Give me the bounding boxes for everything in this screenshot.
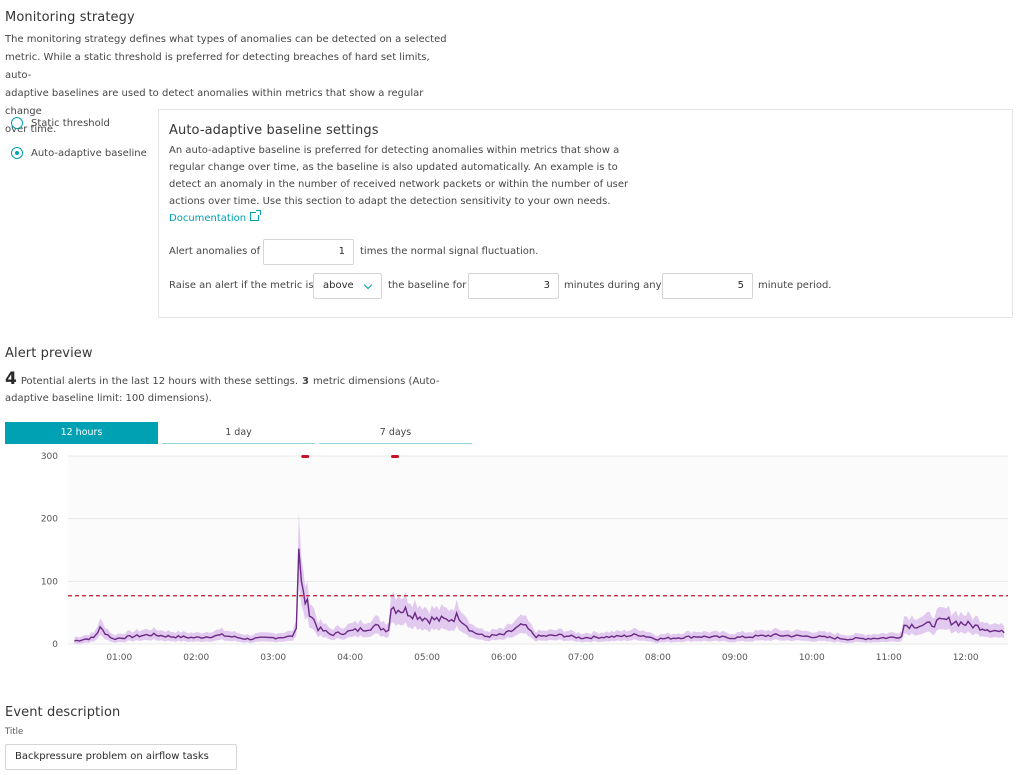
minutes-during-label: minutes during any xyxy=(564,280,662,291)
event-title-input[interactable]: Backpressure problem on airflow tasks xyxy=(5,744,237,770)
y-tick-label: 0 xyxy=(52,640,58,650)
y-tick-label: 100 xyxy=(41,577,58,587)
external-link-icon xyxy=(250,210,262,221)
radio-checked-icon xyxy=(11,147,23,159)
plot-area xyxy=(68,456,1008,644)
tab-12-hours[interactable]: 12 hours xyxy=(5,422,158,444)
alert-preview-title: Alert preview xyxy=(5,346,93,361)
x-tick-label: 08:00 xyxy=(645,653,671,663)
chevron-down-icon xyxy=(363,280,373,290)
alert-anomalies-label: Alert anomalies of xyxy=(169,246,261,257)
summary-text: metric dimensions (Auto- xyxy=(312,376,440,387)
baseline-settings-panel: Auto-adaptive baseline settings An auto-… xyxy=(158,109,1013,318)
description-line: metric. While a static threshold is pref… xyxy=(5,52,430,81)
x-tick-label: 12:00 xyxy=(953,653,979,663)
description-line: detect an anomaly in the number of recei… xyxy=(169,179,629,190)
event-description-title: Event description xyxy=(5,705,121,720)
x-tick-label: 06:00 xyxy=(491,653,517,663)
summary-text: adaptive baseline limit: 100 dimensions)… xyxy=(5,393,212,404)
baseline-for-label: the baseline for xyxy=(388,280,467,291)
x-tick-label: 10:00 xyxy=(799,653,825,663)
alert-marker[interactable] xyxy=(301,455,310,458)
radio-static-threshold[interactable]: Static threshold xyxy=(11,117,110,129)
monitoring-strategy-title: Monitoring strategy xyxy=(5,10,135,25)
x-tick-label: 04:00 xyxy=(337,653,363,663)
tab-1-day[interactable]: 1 day xyxy=(162,422,315,444)
alert-marker[interactable] xyxy=(391,455,400,458)
period-suffix: minute period. xyxy=(758,280,832,291)
radio-auto-adaptive-baseline[interactable]: Auto-adaptive baseline xyxy=(11,147,147,159)
x-tick-label: 09:00 xyxy=(722,653,748,663)
documentation-link-label: Documentation xyxy=(169,213,247,224)
radio-unchecked-icon xyxy=(11,117,23,129)
x-tick-label: 05:00 xyxy=(414,653,440,663)
baseline-settings-description: An auto-adaptive baseline is preferred f… xyxy=(169,142,639,210)
y-tick-label: 200 xyxy=(41,515,58,525)
description-line: actions over time. Use this section to a… xyxy=(169,196,611,207)
direction-select-value: above xyxy=(323,280,354,291)
description-line: An auto-adaptive baseline is preferred f… xyxy=(169,145,620,156)
title-field-label: Title xyxy=(5,727,24,737)
description-line: The monitoring strategy defines what typ… xyxy=(5,34,447,45)
documentation-link[interactable]: Documentation xyxy=(169,210,262,224)
y-tick-label: 300 xyxy=(41,452,58,462)
timeframe-tabs: 12 hours 1 day 7 days xyxy=(5,422,472,444)
x-tick-label: 02:00 xyxy=(183,653,209,663)
radio-label: Auto-adaptive baseline xyxy=(31,147,147,159)
period-input[interactable]: 5 xyxy=(662,273,753,299)
x-tick-label: 07:00 xyxy=(568,653,594,663)
x-tick-label: 01:00 xyxy=(106,653,132,663)
x-tick-label: 11:00 xyxy=(876,653,902,663)
alert-preview-summary: 4 Potential alerts in the last 12 hours … xyxy=(5,370,445,408)
alert-sensitivity-input[interactable]: 1 xyxy=(263,239,354,265)
alert-count: 4 xyxy=(5,369,17,389)
tab-7-days[interactable]: 7 days xyxy=(319,422,472,444)
radio-label: Static threshold xyxy=(31,117,110,129)
alert-anomalies-suffix: times the normal signal fluctuation. xyxy=(360,246,539,257)
dimension-count: 3 xyxy=(302,376,309,387)
description-line: regular change over time, as the baselin… xyxy=(169,162,618,173)
minutes-input[interactable]: 3 xyxy=(468,273,559,299)
baseline-settings-title: Auto-adaptive baseline settings xyxy=(169,123,379,138)
raise-alert-label: Raise an alert if the metric is xyxy=(169,280,314,291)
summary-text: Potential alerts in the last 12 hours wi… xyxy=(20,376,299,387)
alert-preview-chart: 300 200 100 0 01:00 02:00 03:00 04:00 05:00 06:0… xyxy=(41,452,1008,663)
x-tick-label: 03:00 xyxy=(260,653,286,663)
direction-select[interactable]: above xyxy=(313,273,382,299)
